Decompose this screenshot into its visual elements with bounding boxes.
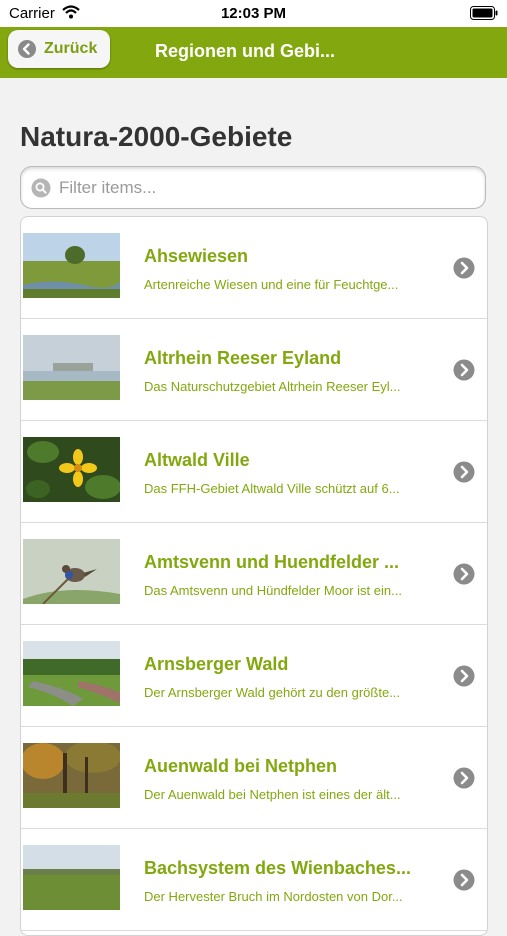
thumbnail-bird <box>23 539 120 604</box>
thumbnail-autumn-forest <box>23 743 120 808</box>
item-description: Artenreiche Wiesen und eine für Feuchtge… <box>144 277 399 292</box>
search-icon <box>31 178 51 203</box>
list: Ahsewiesen Artenreiche Wiesen und eine f… <box>20 216 488 936</box>
item-title: Auenwald bei Netphen <box>144 756 338 776</box>
item-title: Altrhein Reeser Eyland <box>144 348 342 368</box>
item-title: Amtsvenn und Huendfelder ... <box>144 552 400 572</box>
list-item[interactable]: Arnsberger Wald Der Arnsberger Wald gehö… <box>21 625 487 727</box>
thumbnail-flower <box>23 437 120 502</box>
back-arrow-icon <box>17 39 37 64</box>
status-bar: Carrier 12:03 PM <box>0 0 507 27</box>
chevron-right-icon <box>453 665 475 692</box>
search-box <box>20 166 486 209</box>
list-item[interactable]: Amtsvenn und Huendfelder ... Das Amtsven… <box>21 523 487 625</box>
navigation-bar: Zurück Regionen und Gebi... <box>0 27 507 78</box>
chevron-right-icon <box>453 359 475 386</box>
list-item[interactable]: Altwald Ville Das FFH-Gebiet Altwald Vil… <box>21 421 487 523</box>
page-title: Natura-2000-Gebiete <box>20 121 293 152</box>
clock: 12:03 PM <box>220 5 287 22</box>
chevron-right-icon <box>453 767 475 794</box>
chevron-right-icon <box>453 869 475 896</box>
item-description: Der Arnsberger Wald gehört zu den größte… <box>144 685 401 700</box>
item-title: Bachsystem des Wienbaches... <box>144 858 411 878</box>
thumbnail-meadow <box>23 233 120 298</box>
back-button[interactable]: Zurück <box>8 30 110 68</box>
list-item[interactable]: Bachsystem des Wienbaches... Der Hervest… <box>21 829 487 931</box>
battery-icon <box>470 6 498 25</box>
thumbnail-field <box>23 845 120 910</box>
item-description: Das Naturschutzgebiet Altrhein Reeser Ey… <box>144 379 401 394</box>
item-description: Das Amtsvenn und Hündfelder Moor ist ein… <box>144 583 402 598</box>
list-item[interactable]: Altrhein Reeser Eyland Das Naturschutzge… <box>21 319 487 421</box>
nav-title: Regionen und Gebi... <box>155 41 335 61</box>
chevron-right-icon <box>453 563 475 590</box>
thumbnail-forest-stream <box>23 641 120 706</box>
list-item[interactable]: Auenwald bei Netphen Der Auenwald bei Ne… <box>21 727 487 829</box>
chevron-right-icon <box>453 257 475 284</box>
thumbnail-river <box>23 335 120 400</box>
back-button-label: Zurück <box>44 40 98 57</box>
item-title: Ahsewiesen <box>144 246 249 266</box>
item-title: Altwald Ville <box>144 450 250 470</box>
search-input[interactable] <box>57 172 481 204</box>
chevron-right-icon <box>453 461 475 488</box>
item-description: Der Auenwald bei Netphen ist eines der ä… <box>144 787 401 802</box>
list-item[interactable]: Ahsewiesen Artenreiche Wiesen und eine f… <box>21 217 487 319</box>
item-description: Der Hervester Bruch im Nordosten von Dor… <box>144 889 403 904</box>
item-description: Das FFH-Gebiet Altwald Ville schützt auf… <box>144 481 400 496</box>
item-title: Arnsberger Wald <box>144 654 289 674</box>
